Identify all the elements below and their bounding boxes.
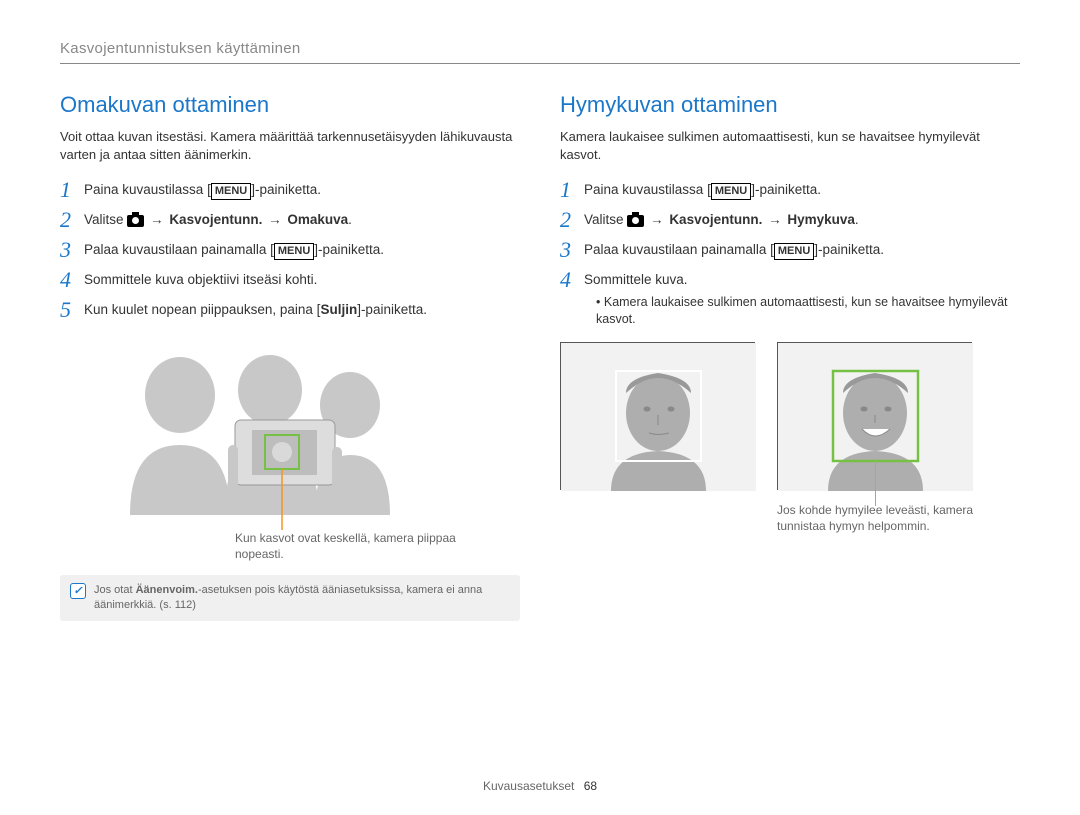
- step-number: 1: [560, 179, 584, 201]
- page-footer: Kuvausasetukset 68: [0, 779, 1080, 793]
- note-text: Jos otat Äänenvoim.-asetuksen pois käytö…: [94, 583, 510, 613]
- step-1: 1 Paina kuvaustilassa [MENU]-painiketta.: [60, 181, 520, 201]
- step-number: 3: [560, 239, 584, 261]
- intro-text: Voit ottaa kuvan itsestäsi. Kamera määri…: [60, 128, 520, 163]
- intro-text: Kamera laukaisee sulkimen automaattisest…: [560, 128, 1020, 163]
- arrow-icon: →: [268, 212, 282, 227]
- illustration-selfie: Kun kasvot ovat keskellä, kamera piippaa…: [60, 335, 520, 565]
- step-text: Valitse: [584, 212, 627, 227]
- step-text: ]-painiketta.: [751, 182, 821, 197]
- step-5: 5 Kun kuulet nopean piippauksen, paina […: [60, 301, 520, 321]
- step-text: Valitse: [84, 212, 127, 227]
- illustration-caption: Kun kasvot ovat keskellä, kamera piippaa…: [235, 530, 465, 562]
- step-text: Sommittele kuva objektiivi itseäsi kohti…: [84, 271, 520, 290]
- step-text: Paina kuvaustilassa [: [84, 182, 211, 197]
- smile-images: [560, 342, 1020, 490]
- step-text: Kun kuulet nopean piippauksen, paina [: [84, 302, 320, 317]
- right-column: Hymykuvan ottaminen Kamera laukaisee sul…: [560, 92, 1020, 621]
- step-3: 3 Palaa kuvaustilaan painamalla [MENU]-p…: [60, 241, 520, 261]
- step-text: ]-painiketta.: [814, 242, 884, 257]
- camera-icon: [127, 215, 144, 227]
- bullet-note: Kamera laukaisee sulkimen automaattisest…: [596, 294, 1020, 328]
- step-text: ]-painiketta.: [314, 242, 384, 257]
- smile-caption: Jos kohde hymyilee leveästi, kamera tunn…: [777, 502, 977, 534]
- menu-icon: MENU: [774, 243, 814, 260]
- step-bold: Hymykuva: [787, 212, 855, 227]
- step-number: 4: [560, 269, 584, 291]
- step-2: 2 Valitse → Kasvojentunn. → Hymykuva.: [560, 211, 1020, 231]
- step-text: Palaa kuvaustilaan painamalla [: [584, 242, 774, 257]
- note-icon: ✓: [70, 583, 86, 599]
- smile-frame-smiling: [777, 342, 972, 490]
- step-3: 3 Palaa kuvaustilaan painamalla [MENU]-p…: [560, 241, 1020, 261]
- footer-page-number: 68: [584, 779, 597, 793]
- step-number: 2: [560, 209, 584, 231]
- step-number: 3: [60, 239, 84, 261]
- footer-section: Kuvausasetukset: [483, 779, 574, 793]
- step-text: Paina kuvaustilassa [: [584, 182, 711, 197]
- step-bold: Omakuva: [287, 212, 348, 227]
- step-number: 2: [60, 209, 84, 231]
- menu-icon: MENU: [711, 183, 751, 200]
- menu-icon: MENU: [211, 183, 251, 200]
- step-bold: Kasvojentunn.: [669, 212, 762, 227]
- step-number: 4: [60, 269, 84, 291]
- step-4: 4 Sommittele kuva. Kamera laukaisee sulk…: [560, 271, 1020, 328]
- menu-icon: MENU: [274, 243, 314, 260]
- breadcrumb: Kasvojentunnistuksen käyttäminen: [60, 40, 1020, 57]
- section-title-hymykuva: Hymykuvan ottaminen: [560, 92, 1020, 118]
- step-bold: Suljin: [320, 302, 357, 317]
- step-text: ]-painiketta.: [357, 302, 427, 317]
- section-title-omakuva: Omakuvan ottaminen: [60, 92, 520, 118]
- step-text: Sommittele kuva.: [584, 271, 1020, 290]
- arrow-icon: →: [150, 212, 164, 227]
- camera-icon: [627, 215, 644, 227]
- step-text: Palaa kuvaustilaan painamalla [: [84, 242, 274, 257]
- note-box: ✓ Jos otat Äänenvoim.-asetuksen pois käy…: [60, 575, 520, 621]
- content-columns: Omakuvan ottaminen Voit ottaa kuvan itse…: [60, 92, 1020, 621]
- smile-frame-neutral: [560, 342, 755, 490]
- divider: [60, 63, 1020, 64]
- step-4: 4 Sommittele kuva objektiivi itseäsi koh…: [60, 271, 520, 291]
- step-number: 1: [60, 179, 84, 201]
- step-2: 2 Valitse → Kasvojentunn. → Omakuva.: [60, 211, 520, 231]
- left-column: Omakuvan ottaminen Voit ottaa kuvan itse…: [60, 92, 520, 621]
- arrow-icon: →: [768, 212, 782, 227]
- step-1: 1 Paina kuvaustilassa [MENU]-painiketta.: [560, 181, 1020, 201]
- arrow-icon: →: [650, 212, 664, 227]
- step-bold: Kasvojentunn.: [169, 212, 262, 227]
- step-number: 5: [60, 299, 84, 321]
- step-text: ]-painiketta.: [251, 182, 321, 197]
